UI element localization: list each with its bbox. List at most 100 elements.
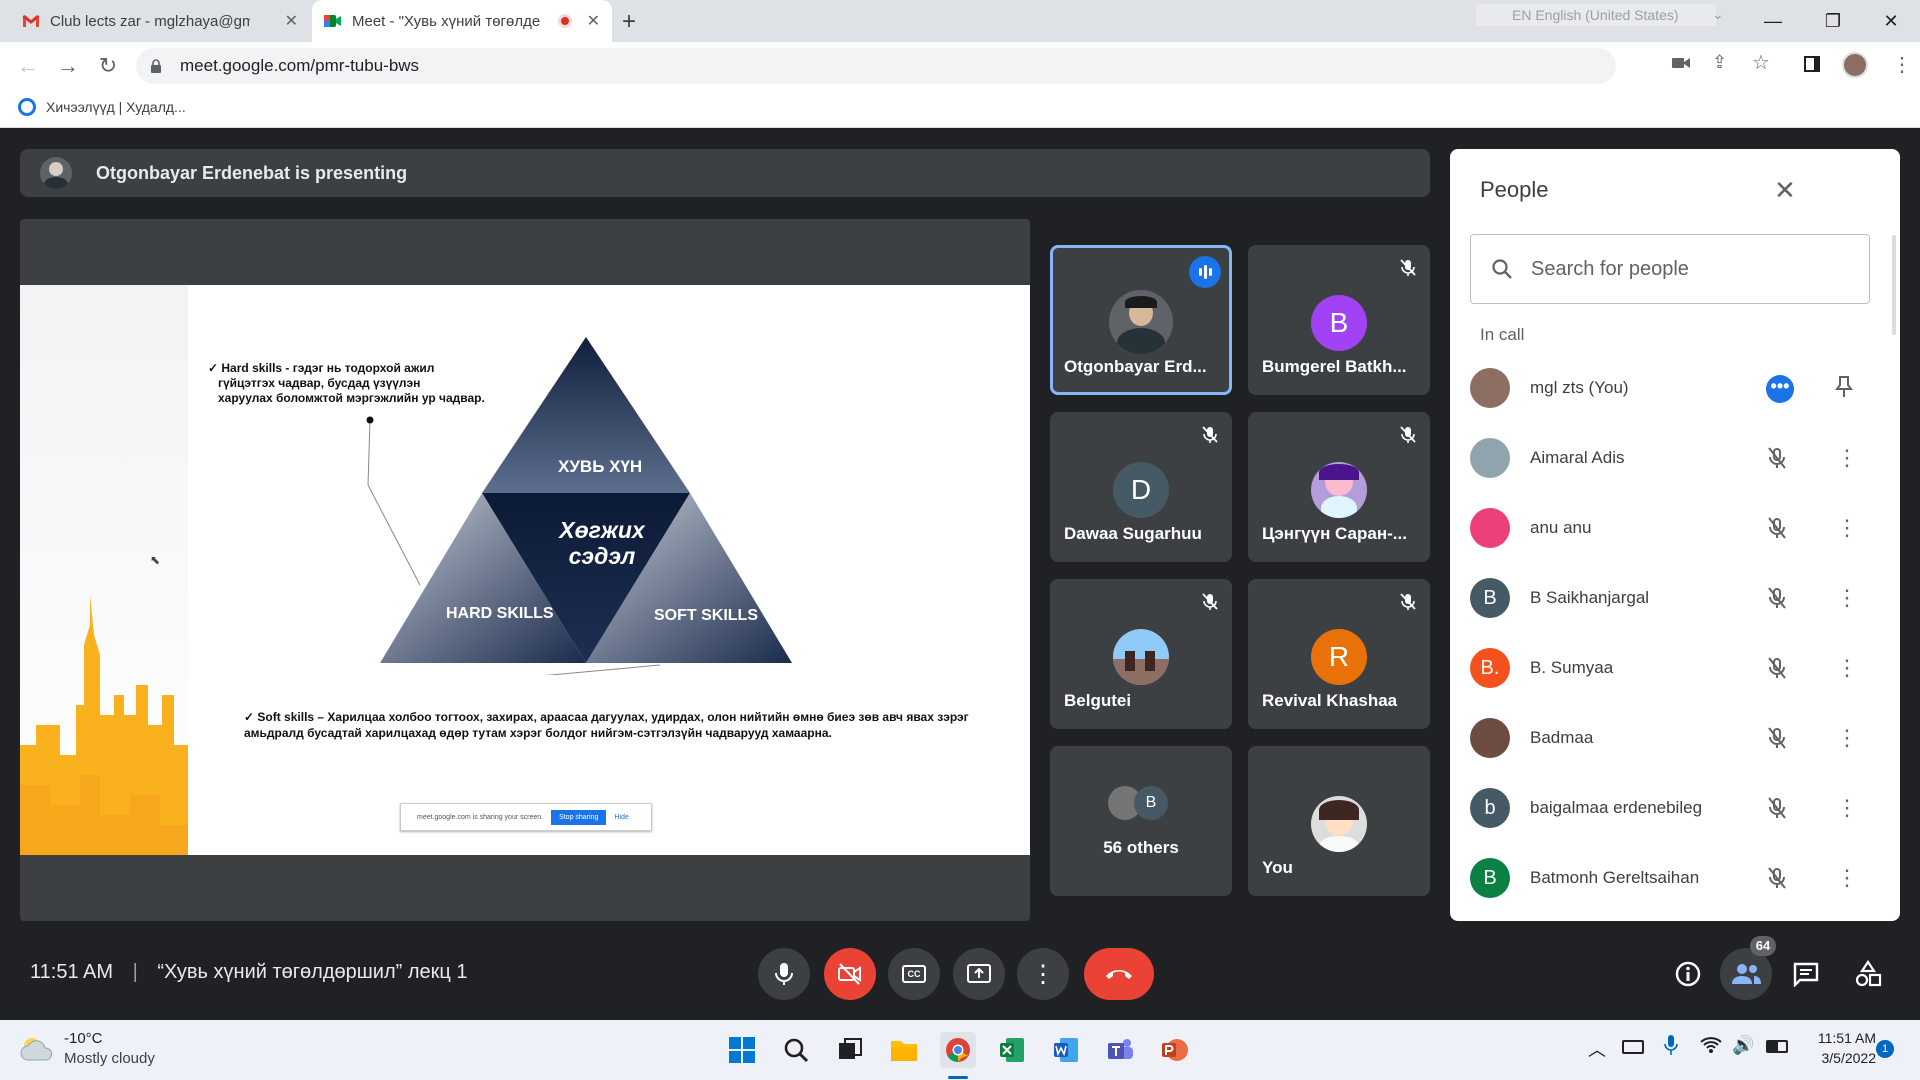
leave-call-button[interactable] [1084,948,1154,1000]
battery-icon[interactable] [1766,1040,1788,1053]
self-tile[interactable]: You [1248,746,1430,896]
mic-off-icon [1398,257,1418,282]
close-tab-icon[interactable]: ✕ [587,11,600,31]
taskbar-time[interactable]: 11:51 AM [1806,1030,1876,1046]
hard-skills-label: HARD SKILLS [446,605,554,622]
minimize-button[interactable]: — [1744,0,1802,42]
active-app-indicator [948,1076,968,1079]
profile-avatar[interactable] [1842,52,1868,78]
captions-button[interactable]: CC [888,948,940,1000]
participant-row[interactable]: B B Saikhanjargal ⋮ [1470,563,1870,633]
tab-title: Meet - "Хувь хүний төгөлде [352,12,541,30]
participant-name: Otgonbayar Erd... [1064,357,1207,376]
gmail-icon [22,12,40,30]
camera-off-button[interactable] [824,948,876,1000]
participant-name: Цэнгүүн Саран-... [1262,524,1407,543]
windows-start-icon[interactable] [724,1032,760,1068]
participant-tile[interactable]: R Revival Khashaa [1248,579,1430,729]
soft-skills-description: ✓ Soft skills – Харилцаа холбоо тогтоох,… [244,710,969,740]
more-vert-icon[interactable]: ⋮ [1836,445,1858,471]
participant-row[interactable]: B Batmonh Gereltsaihan ⋮ [1470,843,1870,913]
participant-row[interactable]: Aimaral Adis ⋮ [1470,423,1870,493]
address-bar[interactable]: meet.google.com/pmr-tubu-bws [136,48,1616,84]
participant-tile[interactable]: Otgonbayar Erd... [1050,245,1232,395]
participant-avatar [1113,629,1169,685]
participant-row[interactable]: mgl zts (You) ••• [1470,353,1870,423]
more-options-icon[interactable]: ••• [1766,375,1794,403]
bookmarks-bar: Хичээлүүд | Худалд... [0,90,1920,128]
chevron-down-icon[interactable]: ⌄ [1712,6,1724,23]
notification-badge[interactable]: 1 [1876,1040,1894,1058]
more-vert-icon[interactable]: ⋮ [1836,655,1858,681]
participant-row[interactable]: anu anu ⋮ [1470,493,1870,563]
people-button[interactable]: 64 [1720,936,1776,1000]
close-icon[interactable]: ✕ [1774,175,1796,206]
microphone-button[interactable] [758,948,810,1000]
file-explorer-icon[interactable] [886,1032,922,1068]
pyramid-center-label: Хөгжих сэдэл [559,517,645,569]
task-view-icon[interactable] [832,1032,868,1068]
participant-row[interactable]: b baigalmaa erdenebileg ⋮ [1470,773,1870,843]
mic-off-icon [1398,424,1418,449]
tab-meet[interactable]: Meet - "Хувь хүний төгөлде ✕ [312,0,612,42]
microphone-icon[interactable] [1664,1034,1678,1061]
taskbar-date[interactable]: 3/5/2022 [1806,1050,1877,1066]
excel-icon[interactable] [994,1032,1030,1068]
side-panel-icon[interactable] [1804,56,1820,72]
more-vert-icon[interactable]: ⋮ [1836,585,1858,611]
cloudy-weather-icon[interactable] [18,1034,58,1064]
bookmark-item[interactable]: Хичээлүүд | Худалд... [18,98,186,116]
more-vert-icon: ⋮ [1031,960,1055,988]
panel-scrollbar[interactable] [1892,235,1896,335]
more-vert-icon[interactable]: ⋮ [1892,52,1912,77]
mic-off-icon [1766,796,1788,825]
hide-button[interactable]: Hide [614,814,628,821]
new-tab-button[interactable]: + [622,8,636,36]
volume-icon[interactable]: 🔊 [1732,1035,1754,1056]
participant-tile[interactable]: Belgutei [1050,579,1232,729]
chat-button[interactable] [1780,948,1832,1000]
participant-tile[interactable]: D Dawaa Sugarhuu [1050,412,1232,562]
participant-row[interactable]: B. B. Sumyaa ⋮ [1470,633,1870,703]
star-icon[interactable]: ☆ [1752,50,1770,75]
search-icon[interactable] [778,1032,814,1068]
wifi-icon[interactable] [1700,1036,1722,1059]
participant-row[interactable]: Badmaa ⋮ [1470,703,1870,773]
stop-sharing-button[interactable]: Stop sharing [551,809,607,825]
keyboard-icon[interactable] [1622,1040,1644,1054]
call-end-icon [1106,970,1132,979]
mic-off-icon [1398,591,1418,616]
more-vert-icon[interactable]: ⋮ [1836,725,1858,751]
close-tab-icon[interactable]: ✕ [285,11,298,31]
participant-avatar: B [1311,295,1367,351]
chrome-icon[interactable] [940,1032,976,1079]
more-vert-icon[interactable]: ⋮ [1836,515,1858,541]
participant-tile[interactable]: B Bumgerel Batkh... [1248,245,1430,395]
teams-icon[interactable] [1102,1032,1138,1068]
word-icon[interactable] [1048,1032,1084,1068]
present-screen-button[interactable] [953,948,1005,1000]
more-vert-icon[interactable]: ⋮ [1836,795,1858,821]
chevron-up-icon[interactable]: ︿ [1588,1036,1606,1062]
more-vert-icon[interactable]: ⋮ [1836,865,1858,891]
others-tile[interactable]: B 56 others [1050,746,1232,896]
participant-tile[interactable]: Цэнгүүн Саран-... [1248,412,1430,562]
meeting-details-button[interactable] [1662,948,1714,1000]
camera-icon[interactable] [1672,56,1690,75]
pin-icon[interactable] [1834,375,1854,404]
in-call-heading: In call [1480,325,1525,344]
restore-button[interactable]: ❐ [1804,0,1862,42]
language-indicator[interactable]: EN English (United States) [1476,4,1716,26]
close-window-button[interactable]: ✕ [1862,0,1920,42]
share-icon[interactable]: ⇪ [1712,52,1727,73]
tab-gmail[interactable]: Club lects zar - mglzhaya@gmail ✕ [10,0,310,42]
speaking-indicator-icon [1189,256,1221,288]
skills-pyramid-diagram [366,337,792,675]
reload-icon[interactable]: ↻ [94,52,122,80]
activities-button[interactable] [1842,948,1894,1000]
back-icon[interactable]: ← [14,52,42,80]
search-people-input[interactable]: Search for people [1470,234,1870,304]
forward-icon[interactable]: → [54,52,82,80]
more-options-button[interactable]: ⋮ [1017,948,1069,1000]
powerpoint-icon[interactable] [1156,1032,1192,1068]
